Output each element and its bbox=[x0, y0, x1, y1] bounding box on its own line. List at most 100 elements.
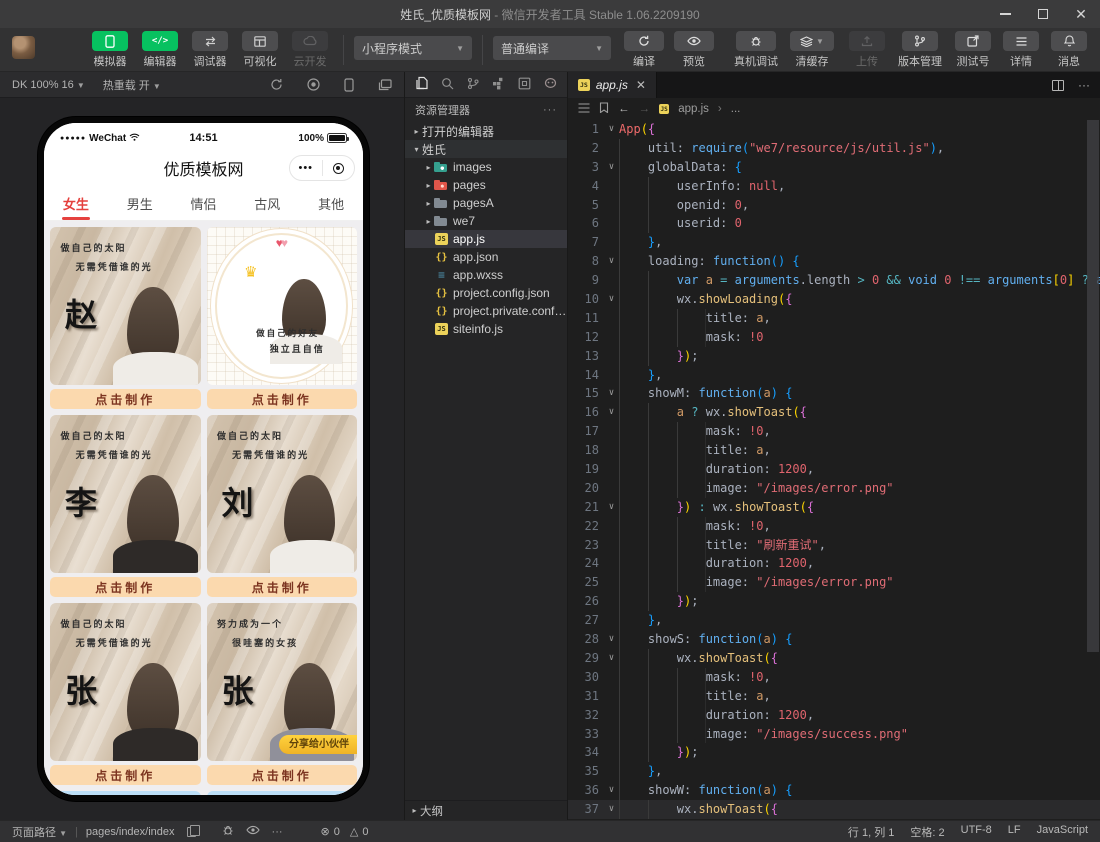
card-caption-line2: 很哇塞的女孩 bbox=[232, 636, 298, 649]
tree-item[interactable]: ▸ pages bbox=[405, 176, 567, 194]
make-button[interactable]: 点击制作 bbox=[50, 577, 201, 597]
bookmark-icon[interactable] bbox=[599, 102, 609, 116]
eye-icon[interactable] bbox=[246, 825, 260, 838]
make-button[interactable]: 点击制作 bbox=[50, 765, 201, 785]
make-button[interactable]: 点击制作 bbox=[207, 389, 358, 409]
preview-button[interactable]: 预览 bbox=[671, 31, 717, 69]
template-card[interactable]: 努力成为一个 很哇塞的女孩 张 分享给小伙伴 点击制作 bbox=[207, 603, 358, 785]
outline-list-icon[interactable] bbox=[578, 103, 590, 116]
problems-indicator[interactable]: ⊗0 △0 bbox=[321, 825, 369, 838]
category-tab[interactable]: 女生 bbox=[44, 187, 108, 220]
details-button[interactable]: 详情 bbox=[998, 31, 1044, 69]
outline-section[interactable]: ▸ 大纲 bbox=[405, 800, 567, 820]
close-button[interactable]: ✕ bbox=[1062, 0, 1100, 28]
tree-item[interactable]: ▾ 姓氏 bbox=[405, 140, 567, 158]
refresh-icon[interactable] bbox=[270, 78, 283, 91]
version-control-button[interactable]: 版本管理 bbox=[892, 31, 948, 69]
template-card[interactable]: 做自己的太阳 无需凭借谁的光 李 点击制作 bbox=[50, 415, 201, 597]
user-avatar[interactable] bbox=[12, 36, 35, 59]
template-card[interactable]: ♛ ♥♥ 做自己的好友 独立且自信 点击制作 bbox=[207, 227, 358, 409]
tree-item[interactable]: ▸ pagesA bbox=[405, 194, 567, 212]
search-icon[interactable] bbox=[441, 77, 454, 93]
minimize-button[interactable] bbox=[986, 0, 1024, 28]
messages-button[interactable]: 消息 bbox=[1046, 31, 1092, 69]
template-image[interactable]: 做自己的太阳 无需凭借谁的光 刘 bbox=[207, 415, 358, 573]
hot-reload-toggle[interactable]: 热重载 开 ▼ bbox=[103, 77, 161, 93]
template-image[interactable]: 做自己的太阳 无需凭借谁的光 张 bbox=[50, 603, 201, 761]
nav-back-icon[interactable]: ← bbox=[618, 103, 630, 115]
tree-item[interactable]: ▸ images bbox=[405, 158, 567, 176]
category-tab[interactable]: 其他 bbox=[299, 187, 363, 220]
code-editor[interactable]: 1∨App({2util: require("we7/resource/js/u… bbox=[568, 120, 1100, 820]
editor-more-icon[interactable]: ··· bbox=[1078, 78, 1090, 92]
indentation-setting[interactable]: 空格: 2 bbox=[910, 824, 944, 840]
template-image[interactable]: 做自己的太阳 无需凭借谁的光 李 bbox=[50, 415, 201, 573]
page-path-value[interactable]: pages/index/index bbox=[86, 826, 175, 838]
record-icon[interactable] bbox=[307, 78, 320, 91]
template-image[interactable]: 做自己的太阳 无需凭借谁的光 赵 bbox=[50, 227, 201, 385]
editor-panel: JS app.js ✕ ··· ← → JS app.js › ... bbox=[568, 72, 1100, 820]
template-image[interactable]: 努力成为一个 很哇塞的女孩 张 分享给小伙伴 bbox=[207, 603, 358, 761]
more-dots-icon[interactable]: ··· bbox=[272, 826, 283, 838]
mode-select[interactable]: 小程序模式▼ bbox=[354, 36, 472, 60]
code-line: 28∨showS: function(a) { bbox=[568, 630, 1100, 649]
phone-frame-icon[interactable] bbox=[344, 78, 354, 92]
source-control-icon[interactable] bbox=[467, 77, 479, 93]
bug-icon[interactable] bbox=[222, 824, 234, 839]
breadcrumb-more[interactable]: ... bbox=[731, 103, 741, 115]
files-icon[interactable] bbox=[415, 76, 428, 93]
copy-icon[interactable] bbox=[187, 827, 196, 837]
clear-cache-button[interactable]: ▼ 清缓存 bbox=[787, 31, 837, 69]
editor-toggle-button[interactable]: </> 编辑器 bbox=[137, 31, 183, 69]
maximize-button[interactable] bbox=[1024, 0, 1062, 28]
tree-item[interactable]: app.wxss bbox=[405, 266, 567, 284]
template-card[interactable]: 做自己的太阳 无需凭借谁的光 张 点击制作 bbox=[50, 603, 201, 785]
tree-item[interactable]: ▸ 打开的编辑器 bbox=[405, 122, 567, 140]
test-account-button[interactable]: 测试号 bbox=[950, 31, 996, 69]
status-bar: 页面路径 ▼ | pages/index/index ··· ⊗0 △0 行 1… bbox=[0, 820, 1100, 842]
multi-window-icon[interactable] bbox=[378, 79, 392, 91]
device-selector[interactable]: DK 100% 16 ▼ bbox=[12, 79, 85, 91]
tree-item[interactable]: ▸ we7 bbox=[405, 212, 567, 230]
share-badge[interactable]: 分享给小伙伴 bbox=[279, 735, 357, 754]
tree-item[interactable]: project.private.config.js.. bbox=[405, 302, 567, 320]
template-card[interactable]: 做自己的太阳 无需凭借谁的光 赵 点击制作 bbox=[50, 227, 201, 409]
make-button[interactable]: 点击制作 bbox=[50, 389, 201, 409]
more-dots-icon[interactable]: ••• bbox=[290, 163, 322, 173]
category-tab[interactable]: 古风 bbox=[235, 187, 299, 220]
compile-button[interactable]: 编译 bbox=[621, 31, 667, 69]
exit-target-icon[interactable] bbox=[323, 163, 355, 174]
make-button[interactable]: 点击制作 bbox=[207, 577, 358, 597]
category-tab[interactable]: 情侣 bbox=[172, 187, 236, 220]
simulator-toggle-button[interactable]: 模拟器 bbox=[87, 31, 133, 69]
tree-item[interactable]: siteinfo.js bbox=[405, 320, 567, 338]
mp-tools-icon[interactable] bbox=[544, 77, 557, 92]
cursor-position[interactable]: 行 1, 列 1 bbox=[848, 824, 894, 840]
package-icon[interactable] bbox=[518, 77, 531, 93]
tab-app-js[interactable]: JS app.js ✕ bbox=[568, 72, 657, 98]
extensions-icon[interactable] bbox=[492, 77, 505, 93]
template-image[interactable]: ♛ ♥♥ 做自己的好友 独立且自信 bbox=[207, 227, 358, 385]
category-tab[interactable]: 男生 bbox=[108, 187, 172, 220]
template-card[interactable]: 做自己的太阳 无需凭借谁的光 刘 点击制作 bbox=[207, 415, 358, 597]
page-path-label[interactable]: 页面路径 ▼ bbox=[12, 824, 67, 840]
eol-setting[interactable]: LF bbox=[1008, 824, 1021, 840]
more-actions-icon[interactable]: ··· bbox=[543, 104, 557, 116]
visualize-toggle-button[interactable]: 可视化 bbox=[237, 31, 283, 69]
breadcrumb-file[interactable]: app.js bbox=[678, 103, 709, 115]
language-mode[interactable]: JavaScript bbox=[1037, 824, 1088, 840]
make-button[interactable]: 点击制作 bbox=[207, 765, 358, 785]
editor-scrollbar[interactable] bbox=[1087, 120, 1099, 652]
tree-item[interactable]: app.json bbox=[405, 248, 567, 266]
split-editor-icon[interactable] bbox=[1052, 80, 1064, 91]
debugger-toggle-button[interactable]: 调试器 bbox=[187, 31, 233, 69]
card-caption-line1: 做自己的太阳 bbox=[61, 429, 127, 442]
code-line: 2util: require("we7/resource/js/util.js"… bbox=[568, 139, 1100, 158]
close-tab-icon[interactable]: ✕ bbox=[636, 78, 646, 92]
encoding-setting[interactable]: UTF-8 bbox=[961, 824, 992, 840]
device-debug-button[interactable]: 真机调试 bbox=[729, 31, 783, 69]
code-line: 26}); bbox=[568, 592, 1100, 611]
compile-mode-select[interactable]: 普通编译▼ bbox=[493, 36, 611, 60]
tree-item[interactable]: app.js bbox=[405, 230, 567, 248]
tree-item[interactable]: project.config.json bbox=[405, 284, 567, 302]
